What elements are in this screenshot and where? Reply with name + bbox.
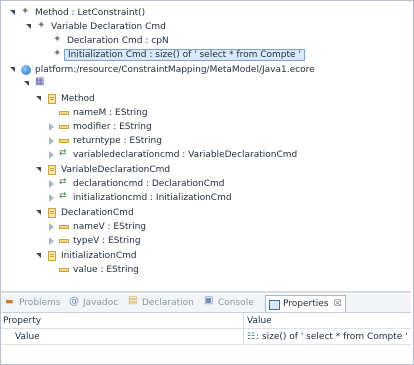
tree-item-attr-namem[interactable]: nameM : EString [59,106,148,119]
expand-twisty-icon[interactable] [23,79,32,89]
properties-icon [269,299,280,310]
tree-item-ref-initializationcmd[interactable]: initializationcmd : InitializationCmd [47,191,232,204]
package-icon [35,76,45,89]
eattribute-icon [59,108,69,118]
tree-item-label: InitializationCmd [61,250,137,261]
collapse-twisty-icon[interactable] [47,179,56,189]
tab-declaration[interactable]: Declaration [128,295,194,310]
table-row[interactable]: Value : size() of ' select * from Compte… [1,330,411,345]
tree-item-attr-typev[interactable]: typeV : EString [47,234,141,247]
collapse-twisty-icon[interactable] [47,236,56,246]
model-tree[interactable]: Method : LetConstraint() Variable Declar… [1,1,411,291]
collapse-twisty-icon[interactable] [47,222,56,232]
eattribute-icon [59,122,69,132]
tree-item-label: declarationcmd : DeclarationCmd [73,178,225,189]
expand-twisty-icon[interactable] [35,165,44,175]
tree-item-label: initializationcmd : InitializationCmd [73,192,232,203]
column-header-value[interactable]: Value [247,316,272,326]
diamond-icon [53,48,63,60]
eattribute-icon [59,236,69,246]
tree-item-ecore-resource[interactable]: platform:/resource/ConstraintMapping/Met… [9,63,315,76]
eclass-icon [47,93,57,104]
tree-item-label: typeV : EString [73,235,141,246]
tree-item-attr-modifier[interactable]: modifier : EString [47,120,152,133]
tree-item-label: nameV : EString [73,221,146,232]
ereference-icon [59,191,69,203]
ereference-icon [59,177,69,189]
tree-item-declaration-cmd[interactable]: Declaration Cmd : cpN [53,34,169,47]
pane-splitter[interactable] [1,291,411,293]
ereference-icon [59,148,69,160]
tree-item-method-letconstraint[interactable]: Method : LetConstraint() [9,6,145,19]
expand-twisty-icon[interactable] [25,22,34,32]
tab-label: Problems [19,298,61,308]
view-tab-bar: Problems Javadoc Declaration Console Pro… [1,294,411,313]
tree-item-attr-value[interactable]: value : EString [59,263,139,276]
tree-item-label: nameM : EString [73,107,148,118]
console-icon [204,295,214,308]
tree-item-class-method[interactable]: Method [35,92,95,105]
tab-label: Javadoc [83,298,119,308]
tree-item-attr-returntype[interactable]: returntype : EString [47,134,162,147]
properties-table: Property Value Value : size() of ' selec… [1,313,411,362]
collapse-twisty-icon[interactable] [47,122,56,132]
tree-item-variable-declaration-cmd[interactable]: Variable Declaration Cmd [25,20,166,33]
eclass-icon [47,250,57,261]
declaration-icon [128,295,138,308]
tree-item-attr-namev[interactable]: nameV : EString [47,220,146,233]
table-header-row: Property Value [1,314,411,329]
expand-twisty-icon[interactable] [35,251,44,261]
diamond-icon [37,20,47,32]
tree-item-label: Variable Declaration Cmd [51,21,166,32]
eclass-icon [47,207,57,218]
tree-item-ref-variabledeclarationcmd[interactable]: variabledeclarationcmd : VariableDeclara… [47,148,297,161]
tab-properties[interactable]: Properties ☒ [265,295,346,312]
value-type-icon [247,332,256,342]
eattribute-icon [59,222,69,232]
tree-item-label: modifier : EString [73,121,152,132]
tab-console[interactable]: Console [204,295,254,310]
tree-item-label: variabledeclarationcmd : VariableDeclara… [73,149,298,160]
tab-label: Properties [283,299,329,309]
column-header-property[interactable]: Property [3,316,41,326]
property-name-cell: Value [15,332,40,342]
eclass-icon [47,164,57,175]
property-value-cell[interactable]: : size() of ' select * from Compte ' [247,332,408,342]
tab-problems[interactable]: Problems [5,296,60,310]
tree-item-class-declarationcmd[interactable]: DeclarationCmd [35,206,134,219]
tree-item-package[interactable] [23,76,49,90]
problems-icon [5,297,15,308]
tree-item-ref-declarationcmd[interactable]: declarationcmd : DeclarationCmd [47,177,225,190]
tree-item-label-selected: Initialization Cmd : size() of ' select … [64,48,305,61]
tree-item-class-initializationcmd[interactable]: InitializationCmd [35,249,137,262]
tree-item-label: platform:/resource/ConstraintMapping/Met… [35,64,315,75]
tree-item-label: VariableDeclarationCmd [61,164,171,175]
expand-twisty-icon[interactable] [9,8,18,18]
eattribute-icon [59,136,69,146]
tree-item-label: Method [61,93,95,104]
collapse-twisty-icon[interactable] [47,136,56,146]
expand-twisty-icon[interactable] [35,94,44,104]
resource-icon [21,64,31,75]
close-tab-icon[interactable]: ☒ [333,299,341,309]
tree-item-class-variabledeclarationcmd[interactable]: VariableDeclarationCmd [35,163,170,176]
eattribute-icon [59,265,69,275]
collapse-twisty-icon[interactable] [47,193,56,203]
tree-item-label: DeclarationCmd [61,207,134,218]
property-value-text: : size() of ' select * from Compte ' [256,332,408,342]
expand-twisty-icon[interactable] [9,65,18,75]
tree-item-label: returntype : EString [73,135,162,146]
tree-item-label: Declaration Cmd : cpN [67,35,169,46]
tab-label: Declaration [142,298,194,308]
collapse-twisty-icon[interactable] [47,150,56,160]
tree-item-label: Method : LetConstraint() [35,7,146,18]
tab-javadoc[interactable]: Javadoc [69,296,118,310]
javadoc-icon [69,296,79,308]
tree-item-initialization-cmd[interactable]: Initialization Cmd : size() of ' select … [53,48,305,61]
diamond-icon [53,34,63,46]
diamond-icon [21,6,31,18]
tab-label: Console [218,298,254,308]
tree-item-label: value : EString [73,264,139,275]
expand-twisty-icon[interactable] [35,208,44,218]
